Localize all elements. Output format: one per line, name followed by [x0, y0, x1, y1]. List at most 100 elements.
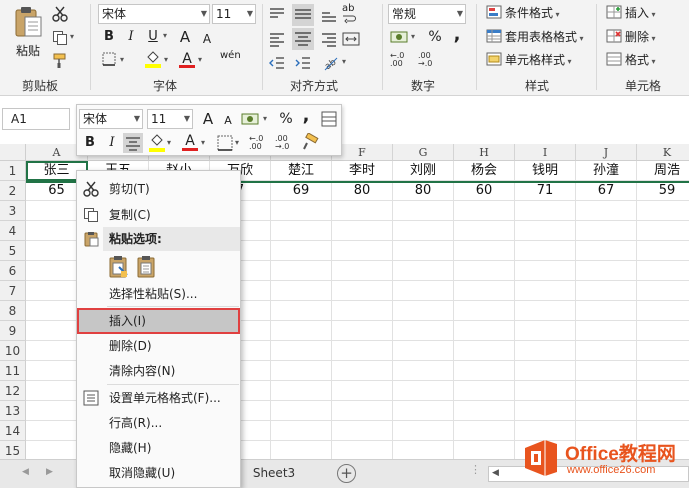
- cell-i5[interactable]: [515, 241, 576, 261]
- font-color-dropdown-icon[interactable]: ▾: [198, 55, 202, 64]
- cell-f8[interactable]: [332, 301, 393, 321]
- increase-indent-icon[interactable]: [294, 54, 312, 72]
- cell-k3[interactable]: [637, 201, 689, 221]
- row-header-10[interactable]: 10: [0, 341, 26, 361]
- cell-f10[interactable]: [332, 341, 393, 361]
- decrease-indent-icon[interactable]: [268, 54, 286, 72]
- paste-button[interactable]: 粘贴: [8, 6, 48, 64]
- cell-h8[interactable]: [454, 301, 515, 321]
- row-header-1[interactable]: 1: [0, 161, 26, 181]
- cell-g2[interactable]: 80: [393, 181, 454, 201]
- shrink-font-button[interactable]: A: [198, 30, 216, 48]
- cell-f13[interactable]: [332, 401, 393, 421]
- cell-i1[interactable]: 钱明: [515, 161, 576, 181]
- mini-format-table-icon[interactable]: [320, 110, 338, 128]
- cell-g8[interactable]: [393, 301, 454, 321]
- mini-size-select[interactable]: 11 ▼: [147, 109, 193, 129]
- cell-j10[interactable]: [576, 341, 637, 361]
- currency-dropdown-icon[interactable]: ▾: [411, 32, 415, 41]
- cell-h9[interactable]: [454, 321, 515, 341]
- cell-e4[interactable]: [271, 221, 332, 241]
- mini-currency-icon[interactable]: [241, 111, 261, 127]
- border-dropdown-icon[interactable]: ▾: [120, 55, 124, 64]
- cell-e3[interactable]: [271, 201, 332, 221]
- cell-h6[interactable]: [454, 261, 515, 281]
- align-bottom-icon[interactable]: [320, 6, 338, 24]
- copy-icon[interactable]: [52, 30, 68, 46]
- fill-color-button[interactable]: [144, 50, 162, 68]
- column-header-g[interactable]: G: [393, 144, 454, 161]
- cell-h3[interactable]: [454, 201, 515, 221]
- format-cells-button[interactable]: 格式 ▾: [606, 51, 656, 71]
- cell-h14[interactable]: [454, 421, 515, 441]
- cell-g4[interactable]: [393, 221, 454, 241]
- font-size-select[interactable]: 11 ▼: [212, 4, 256, 24]
- cell-i9[interactable]: [515, 321, 576, 341]
- merge-center-icon[interactable]: [342, 30, 360, 48]
- cell-e10[interactable]: [271, 341, 332, 361]
- cell-f5[interactable]: [332, 241, 393, 261]
- cell-i13[interactable]: [515, 401, 576, 421]
- cell-e14[interactable]: [271, 421, 332, 441]
- cell-e7[interactable]: [271, 281, 332, 301]
- bold-button[interactable]: B: [100, 28, 118, 46]
- column-header-i[interactable]: I: [515, 144, 576, 161]
- cell-i11[interactable]: [515, 361, 576, 381]
- menu-item-format-cells[interactable]: 设置单元格格式(F)...: [77, 386, 240, 410]
- cell-i3[interactable]: [515, 201, 576, 221]
- name-box[interactable]: A1: [2, 108, 70, 130]
- menu-item-hide[interactable]: 隐藏(H): [77, 436, 240, 460]
- underline-dropdown-icon[interactable]: ▾: [163, 31, 167, 40]
- cell-k11[interactable]: [637, 361, 689, 381]
- menu-item-clear-contents[interactable]: 清除内容(N): [77, 359, 240, 383]
- menu-item-cut[interactable]: 剪切(T): [77, 177, 240, 201]
- align-center-icon[interactable]: [292, 28, 314, 50]
- copy-dropdown-icon[interactable]: ▾: [70, 32, 74, 41]
- mini-bold-button[interactable]: B: [81, 134, 99, 152]
- menu-item-row-height[interactable]: 行高(R)...: [77, 411, 240, 435]
- cell-i6[interactable]: [515, 261, 576, 281]
- cell-e8[interactable]: [271, 301, 332, 321]
- mini-italic-button[interactable]: I: [103, 134, 121, 152]
- cell-j1[interactable]: 孙潼: [576, 161, 637, 181]
- row-header-14[interactable]: 14: [0, 421, 26, 441]
- cell-k2[interactable]: 59: [637, 181, 689, 201]
- currency-icon[interactable]: [390, 28, 410, 46]
- menu-item-paste-special[interactable]: 选择性粘贴(S)...: [77, 282, 240, 306]
- align-right-icon[interactable]: [320, 30, 338, 48]
- cell-k13[interactable]: [637, 401, 689, 421]
- cell-f2[interactable]: 80: [332, 181, 393, 201]
- cell-i12[interactable]: [515, 381, 576, 401]
- cell-f3[interactable]: [332, 201, 393, 221]
- cell-j4[interactable]: [576, 221, 637, 241]
- cell-i8[interactable]: [515, 301, 576, 321]
- menu-item-copy[interactable]: 复制(C): [77, 203, 240, 227]
- row-header-12[interactable]: 12: [0, 381, 26, 401]
- cell-g13[interactable]: [393, 401, 454, 421]
- mini-percent-button[interactable]: %: [277, 110, 295, 128]
- cell-k6[interactable]: [637, 261, 689, 281]
- cell-e9[interactable]: [271, 321, 332, 341]
- sheet-tab-sheet3[interactable]: Sheet3: [242, 460, 306, 487]
- cell-k4[interactable]: [637, 221, 689, 241]
- column-header-k[interactable]: K: [637, 144, 689, 161]
- select-all-corner[interactable]: [0, 144, 26, 161]
- cell-e15[interactable]: [271, 441, 332, 459]
- cell-k12[interactable]: [637, 381, 689, 401]
- cell-i10[interactable]: [515, 341, 576, 361]
- cell-h12[interactable]: [454, 381, 515, 401]
- menu-item-unhide[interactable]: 取消隐藏(U): [77, 461, 240, 485]
- cell-k7[interactable]: [637, 281, 689, 301]
- mini-grow-font-button[interactable]: A: [199, 110, 217, 128]
- mini-decrease-decimal-button[interactable]: .00 →.0: [275, 135, 289, 151]
- mini-increase-decimal-button[interactable]: ←.0.00: [249, 135, 263, 151]
- mini-font-color-button[interactable]: A: [181, 132, 199, 151]
- cell-j13[interactable]: [576, 401, 637, 421]
- mini-border-icon[interactable]: [217, 135, 233, 151]
- row-header-11[interactable]: 11: [0, 361, 26, 381]
- cell-k1[interactable]: 周浩: [637, 161, 689, 181]
- cell-h10[interactable]: [454, 341, 515, 361]
- mini-align-center-icon[interactable]: [123, 133, 143, 153]
- cell-g14[interactable]: [393, 421, 454, 441]
- cell-j2[interactable]: 67: [576, 181, 637, 201]
